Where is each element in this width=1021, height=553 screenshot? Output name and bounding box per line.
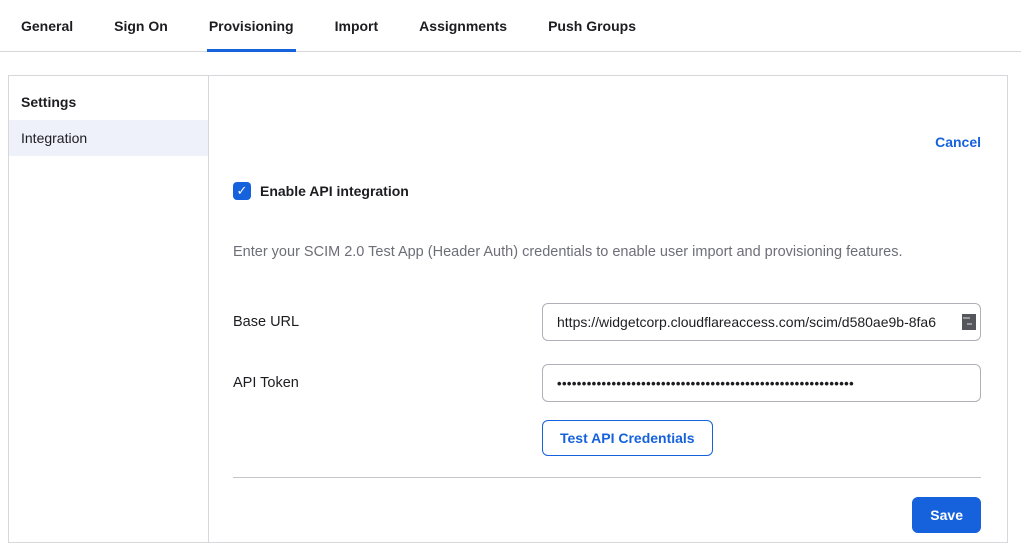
text-selection-block-icon xyxy=(962,314,976,330)
app-tab-bar: General Sign On Provisioning Import Assi… xyxy=(0,0,1021,52)
base-url-row: Base URL xyxy=(233,303,981,341)
settings-sidebar: Settings Integration xyxy=(9,76,209,542)
base-url-input[interactable] xyxy=(542,303,981,341)
checkmark-icon: ✓ xyxy=(237,183,248,199)
integration-settings-content: Cancel ✓ Enable API integration Enter yo… xyxy=(209,76,1007,542)
enable-api-integration-checkbox[interactable]: ✓ xyxy=(233,182,251,200)
tab-sign-on[interactable]: Sign On xyxy=(112,18,170,52)
tab-general[interactable]: General xyxy=(19,18,75,52)
tab-assignments[interactable]: Assignments xyxy=(417,18,509,52)
cancel-link[interactable]: Cancel xyxy=(935,134,981,150)
credentials-description: Enter your SCIM 2.0 Test App (Header Aut… xyxy=(233,244,981,260)
api-token-row: API Token xyxy=(233,364,981,402)
tab-import[interactable]: Import xyxy=(333,18,381,52)
sidebar-item-integration[interactable]: Integration xyxy=(9,120,208,156)
api-token-label: API Token xyxy=(233,375,542,391)
footer-divider xyxy=(233,477,981,478)
provisioning-panel: Settings Integration Cancel ✓ Enable API… xyxy=(8,75,1008,543)
enable-api-integration-label: Enable API integration xyxy=(260,183,409,199)
sidebar-heading: Settings xyxy=(9,84,208,120)
tab-provisioning[interactable]: Provisioning xyxy=(207,18,296,52)
save-button[interactable]: Save xyxy=(912,497,981,533)
tab-push-groups[interactable]: Push Groups xyxy=(546,18,638,52)
base-url-label: Base URL xyxy=(233,314,542,330)
api-token-input[interactable] xyxy=(542,364,981,402)
test-api-credentials-button[interactable]: Test API Credentials xyxy=(542,420,713,456)
